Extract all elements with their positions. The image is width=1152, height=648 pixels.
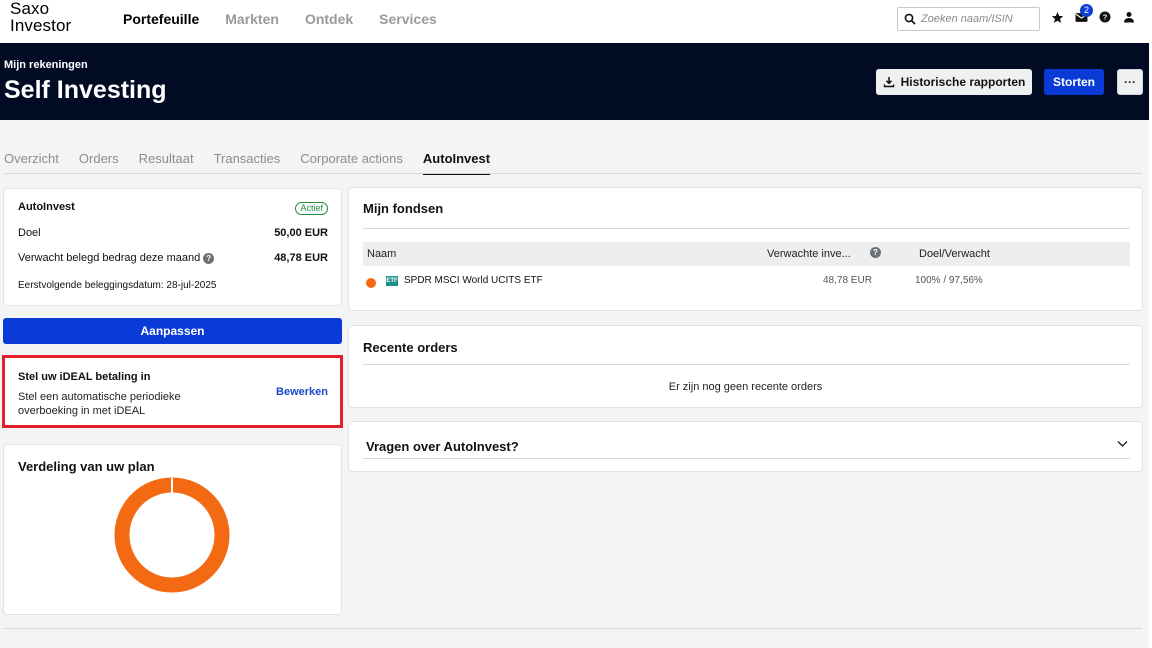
mail-badge: 2: [1080, 4, 1093, 17]
tab-resultaat[interactable]: Resultaat: [139, 151, 194, 175]
faq-divider: [363, 458, 1130, 459]
etf-icon: ETF: [386, 276, 398, 286]
search-input[interactable]: [921, 13, 1039, 25]
expected-value: 48,78 EUR: [274, 252, 328, 264]
ideal-payment-card: Stel uw iDEAL betaling in Stel een autom…: [2, 355, 343, 428]
tab-transacties[interactable]: Transacties: [214, 151, 281, 175]
account-tabs: Overzicht Orders Resultaat Transacties C…: [4, 151, 510, 175]
goal-label: Doel: [18, 227, 41, 239]
page-bottom-divider: [4, 628, 1142, 629]
goal-value: 50,00 EUR: [274, 227, 328, 239]
fund-expected: 48,78 EUR: [823, 275, 872, 286]
faq-accordion[interactable]: Vragen over AutoInvest?: [348, 421, 1143, 472]
fund-name[interactable]: SPDR MSCI World UCITS ETF: [404, 275, 543, 286]
recent-orders-card: Recente orders Er zijn nog geen recente …: [348, 325, 1143, 408]
col-expected[interactable]: Verwachte inve...: [767, 248, 851, 260]
nav-services[interactable]: Services: [379, 11, 437, 27]
page-title: Self Investing: [4, 76, 167, 104]
ideal-title: Stel uw iDEAL betaling in: [18, 371, 151, 383]
search-icon: [904, 13, 916, 25]
svg-text:?: ?: [1103, 13, 1108, 22]
info-icon[interactable]: ?: [203, 252, 215, 264]
deposit-button[interactable]: Storten: [1044, 69, 1104, 95]
expected-info-icon[interactable]: ?: [870, 247, 881, 258]
expected-row: Verwacht belegd bedrag deze maand? 48,78…: [18, 252, 328, 264]
help-icon[interactable]: ?: [1098, 10, 1112, 24]
distribution-donut-chart: [114, 477, 230, 593]
account-header: Mijn rekeningen Self Investing Historisc…: [0, 43, 1149, 120]
logo-line-1: Saxo: [10, 0, 50, 18]
accounts-subtitle: Mijn rekeningen: [4, 59, 88, 71]
chevron-down-icon[interactable]: [1117, 440, 1128, 448]
status-badge: Actief: [295, 202, 328, 215]
logo-line-2: Investor: [10, 16, 72, 35]
tab-orders[interactable]: Orders: [79, 151, 119, 175]
tabs-divider: [4, 173, 1142, 174]
download-icon: [883, 77, 894, 88]
more-options-button[interactable]: ···: [1117, 69, 1143, 95]
tab-corporate-actions[interactable]: Corporate actions: [300, 151, 403, 175]
col-target[interactable]: Doel/Verwacht: [919, 248, 990, 260]
funds-title: Mijn fondsen: [363, 201, 444, 216]
top-icons: 2 ?: [1050, 4, 1136, 24]
plan-distribution-card: Verdeling van uw plan: [3, 444, 342, 615]
nav-markten[interactable]: Markten: [225, 11, 279, 27]
my-funds-card: Mijn fondsen Naam Verwachte inve... ? Do…: [348, 187, 1143, 311]
search-box[interactable]: [897, 7, 1040, 31]
tab-overzicht[interactable]: Overzicht: [4, 151, 59, 175]
historical-reports-label: Historische rapporten: [900, 75, 1026, 89]
orders-title: Recente orders: [363, 340, 458, 355]
donut-slice[interactable]: [114, 477, 230, 593]
next-investment-date: Eerstvolgende beleggingsdatum: 28-jul-20…: [18, 280, 217, 291]
orders-empty-message: Er zijn nog geen recente orders: [668, 381, 823, 393]
autoinvest-summary-card: AutoInvest Actief Doel 50,00 EUR Verwach…: [3, 188, 342, 306]
page-content: Overzicht Orders Resultaat Transacties C…: [0, 120, 1149, 648]
faq-title[interactable]: Vragen over AutoInvest?: [366, 439, 519, 454]
edit-link[interactable]: Bewerken: [276, 386, 328, 398]
main-nav: Portefeuille Markten Ontdek Services: [123, 11, 463, 27]
top-navigation-bar: Saxo Investor Portefeuille Markten Ontde…: [0, 0, 1152, 43]
funds-table-header: Naam Verwachte inve... ? Doel/Verwacht: [363, 242, 1130, 266]
fund-target: 100% / 97,56%: [915, 275, 983, 286]
table-row[interactable]: ETF SPDR MSCI World UCITS ETF 48,78 EUR …: [363, 270, 1130, 292]
historical-reports-button[interactable]: Historische rapporten: [876, 69, 1032, 95]
star-icon[interactable]: [1050, 10, 1064, 24]
saxo-logo[interactable]: Saxo Investor: [10, 0, 71, 34]
mail-icon[interactable]: 2: [1074, 4, 1093, 24]
orders-divider: [363, 364, 1130, 365]
adjust-button[interactable]: Aanpassen: [3, 318, 342, 344]
goal-row: Doel 50,00 EUR: [18, 227, 328, 239]
ideal-description: Stel een automatische periodieke overboe…: [18, 391, 181, 417]
nav-portefeuille[interactable]: Portefeuille: [123, 11, 199, 27]
col-name[interactable]: Naam: [367, 248, 396, 260]
fund-color-dot: [366, 278, 376, 288]
autoinvest-card-title: AutoInvest: [18, 201, 75, 213]
funds-divider: [363, 228, 1130, 229]
nav-ontdek[interactable]: Ontdek: [305, 11, 353, 27]
tab-autoinvest[interactable]: AutoInvest: [422, 151, 491, 175]
distribution-title: Verdeling van uw plan: [18, 459, 155, 474]
user-icon[interactable]: [1122, 10, 1136, 24]
expected-label: Verwacht belegd bedrag deze maand: [18, 252, 201, 264]
